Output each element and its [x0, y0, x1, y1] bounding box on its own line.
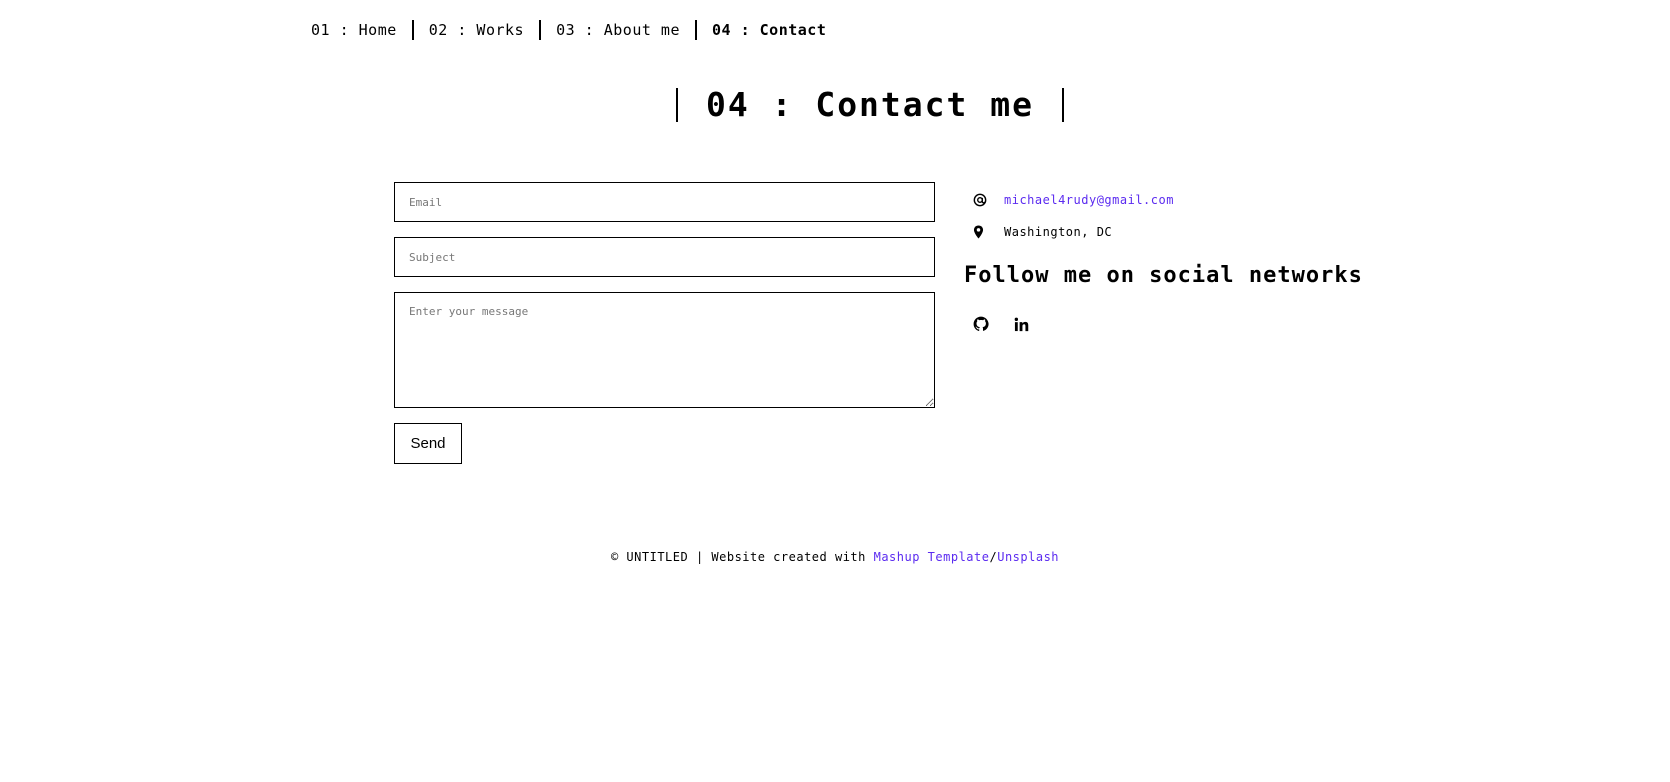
nav-item-home[interactable]: 01 : Home: [311, 20, 414, 40]
contact-form: Send: [394, 182, 935, 464]
social-links: [971, 314, 1051, 334]
location-text: Washington, DC: [1004, 225, 1113, 239]
subject-field[interactable]: [394, 237, 935, 277]
footer-link-unsplash[interactable]: Unsplash: [997, 550, 1059, 564]
footer: © UNTITLED | Website created with Mashup…: [0, 550, 1670, 564]
email-link[interactable]: michael4rudy@gmail.com: [1004, 193, 1174, 207]
message-field[interactable]: [394, 292, 935, 408]
at-icon: [964, 193, 994, 207]
linkedin-icon[interactable]: [1011, 314, 1031, 334]
nav-item-about[interactable]: 03 : About me: [541, 20, 697, 40]
footer-link-template[interactable]: Mashup Template: [874, 550, 990, 564]
email-field[interactable]: [394, 182, 935, 222]
top-nav: 01 : Home 02 : Works 03 : About me 04 : …: [311, 20, 841, 40]
page-title: 04 : Contact me: [675, 88, 1064, 122]
map-pin-icon: [964, 225, 994, 239]
location-row: Washington, DC: [964, 222, 1174, 242]
nav-item-works[interactable]: 02 : Works: [414, 20, 542, 40]
email-row: michael4rudy@gmail.com: [964, 190, 1174, 210]
github-icon[interactable]: [971, 314, 991, 334]
send-button[interactable]: Send: [394, 423, 462, 464]
contact-info: michael4rudy@gmail.com Washington, DC: [964, 190, 1174, 254]
nav-item-contact[interactable]: 04 : Contact: [697, 20, 841, 40]
footer-prefix: © UNTITLED | Website created with: [610, 550, 874, 564]
page-title-wrap: 04 : Contact me: [0, 88, 1670, 122]
social-heading: Follow me on social networks: [964, 263, 1363, 288]
